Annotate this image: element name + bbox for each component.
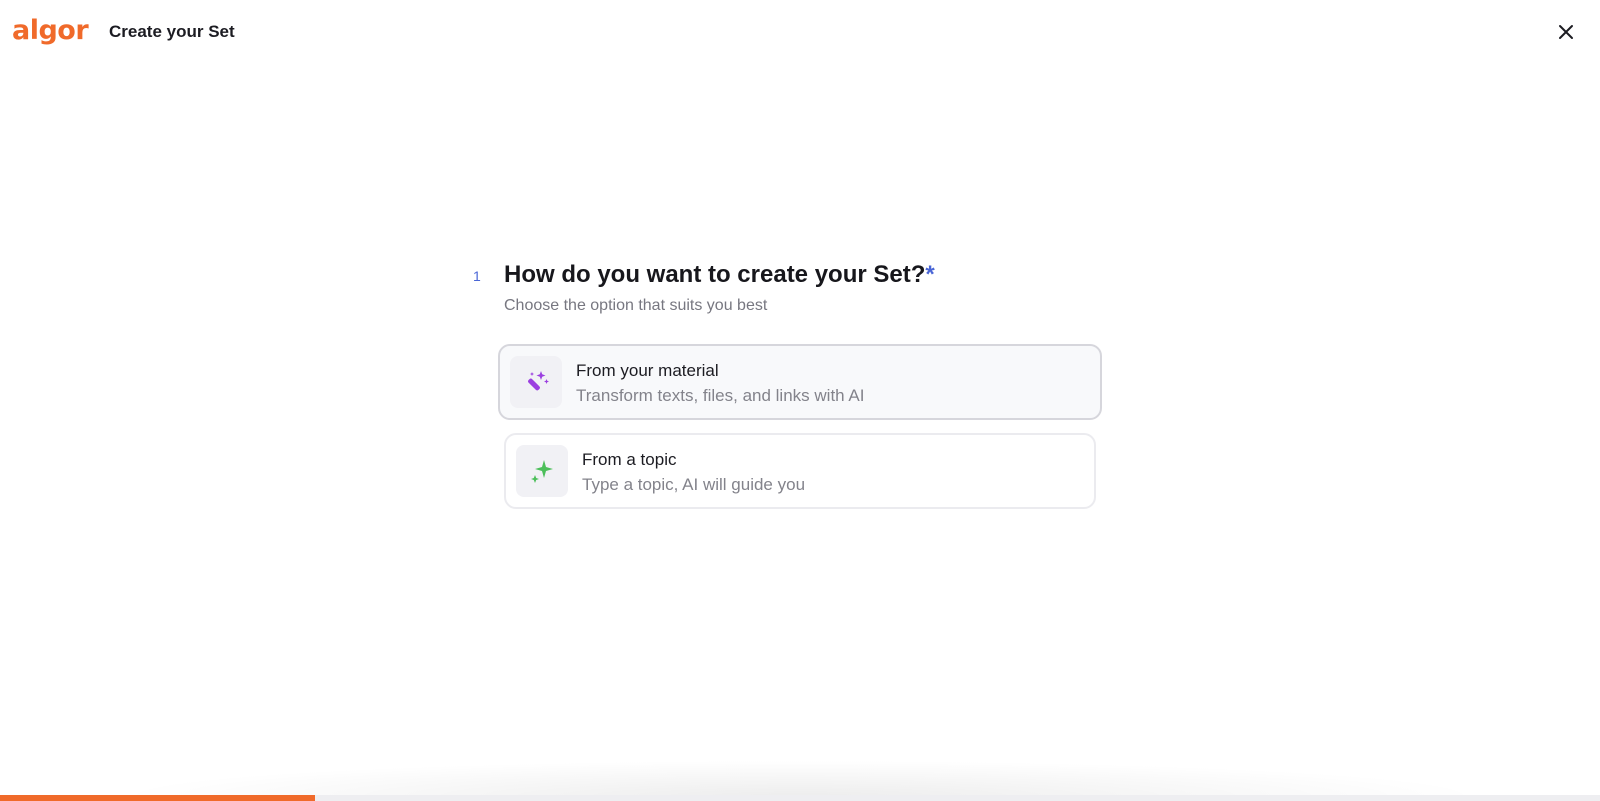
- option-description: Transform texts, files, and links with A…: [576, 386, 865, 405]
- option-icon-box: [516, 445, 568, 497]
- progress-bar-fill: [0, 795, 316, 801]
- option-title: From your material: [576, 361, 719, 380]
- close-button[interactable]: [1554, 20, 1578, 44]
- top-bar: algor Create your Set: [0, 0, 1600, 64]
- question-title-text: How do you want to create your Set?: [504, 261, 926, 288]
- algor-logo[interactable]: algor: [12, 16, 89, 46]
- required-asterisk: *: [925, 261, 935, 288]
- sparkle-icon: [531, 460, 553, 483]
- close-icon: [1559, 25, 1573, 39]
- footer-shadow: [110, 760, 1490, 796]
- option-icon-box: [510, 356, 562, 408]
- page-title: Create your Set: [109, 22, 235, 41]
- magic-wand-icon: [528, 371, 549, 391]
- option-from-topic[interactable]: From a topic Type a topic, AI will guide…: [504, 433, 1096, 509]
- option-description: Type a topic, AI will guide you: [582, 475, 806, 494]
- question-subtitle: Choose the option that suits you best: [504, 297, 768, 314]
- question-title: How do you want to create your Set?*: [504, 260, 935, 290]
- question-number: 1: [473, 268, 481, 284]
- option-from-material[interactable]: From your material Transform texts, file…: [498, 344, 1102, 420]
- progress-bar: [0, 795, 1600, 801]
- option-title: From a topic: [582, 450, 677, 469]
